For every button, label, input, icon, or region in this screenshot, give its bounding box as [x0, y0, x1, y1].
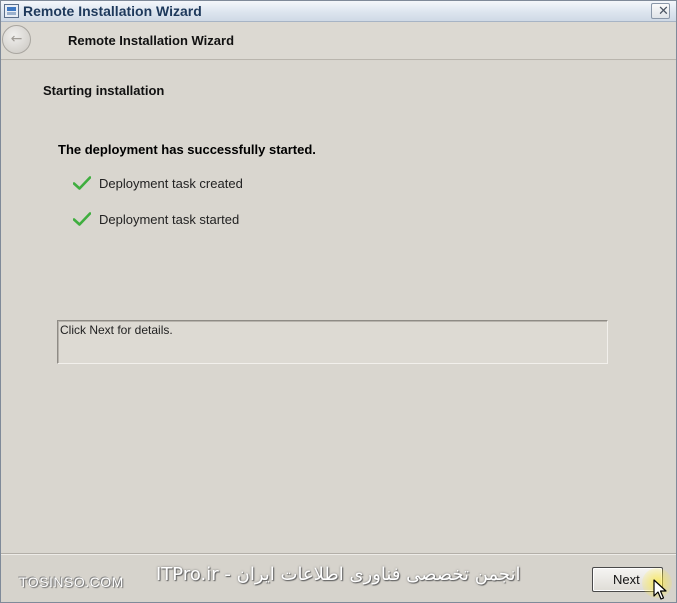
status-message: The deployment has successfully started.	[58, 142, 316, 157]
green-check-icon	[73, 212, 91, 226]
window-title: Remote Installation Wizard	[23, 3, 202, 19]
wizard-content: Starting installation The deployment has…	[1, 61, 676, 553]
wizard-title: Remote Installation Wizard	[68, 33, 235, 48]
wizard-footer: TOSINSO.COM انجمن تخصصی فناوری اطلاعات ا…	[1, 553, 676, 602]
green-check-icon	[73, 176, 91, 190]
close-button[interactable]: ✕	[651, 3, 670, 19]
task-label: Deployment task created	[99, 175, 243, 191]
task-item: Deployment task started	[73, 210, 239, 228]
page-heading: Starting installation	[43, 83, 165, 98]
watermark-itpro: انجمن تخصصی فناوری اطلاعات ایران - ITPro…	[156, 564, 521, 585]
back-arrow-icon[interactable]: ←	[2, 25, 31, 54]
details-textbox[interactable]: Click Next for details.	[57, 320, 608, 364]
app-icon	[4, 4, 19, 18]
task-item: Deployment task created	[73, 174, 243, 192]
wizard-header: ← Remote Installation Wizard	[1, 22, 676, 60]
watermark-tosinso: TOSINSO.COM	[19, 574, 124, 590]
details-text: Click Next for details.	[60, 323, 173, 337]
wizard-window: Remote Installation Wizard ✕ ← Remote In…	[0, 0, 677, 603]
title-bar[interactable]: Remote Installation Wizard ✕	[1, 1, 676, 22]
mouse-pointer-icon	[653, 579, 667, 600]
task-label: Deployment task started	[99, 211, 240, 227]
